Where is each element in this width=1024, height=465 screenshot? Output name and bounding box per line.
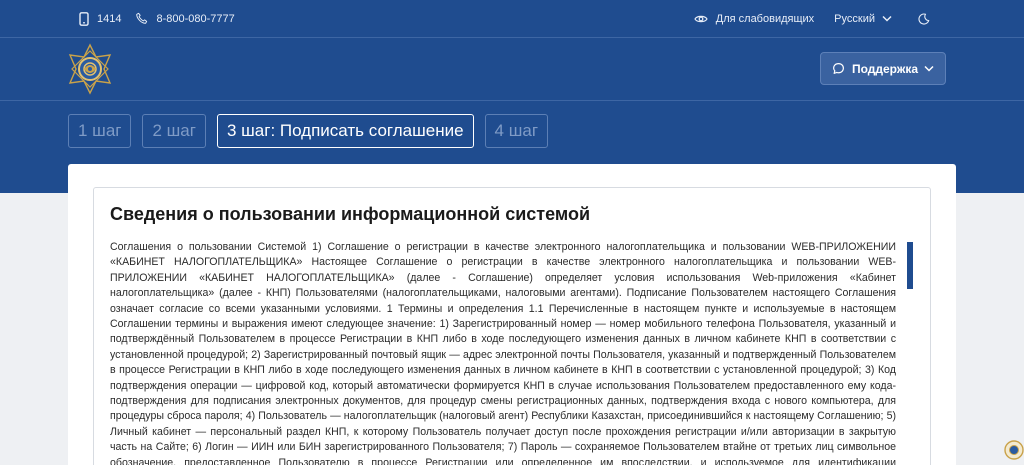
support-label: Поддержка bbox=[851, 61, 919, 76]
accessibility-toggle[interactable]: Для слабовидящих bbox=[694, 13, 814, 25]
phone-number: 8-800-080-7777 bbox=[156, 12, 235, 25]
chevron-down-icon bbox=[924, 65, 934, 72]
agreement-text[interactable]: Соглашения о пользовании Системой 1) Сог… bbox=[110, 240, 896, 465]
corner-emblem bbox=[1000, 436, 1024, 465]
chevron-down-icon bbox=[882, 15, 892, 22]
chat-bubble-icon bbox=[832, 63, 844, 74]
agreement-title: Сведения о пользовании информационной си… bbox=[110, 204, 591, 224]
language-select[interactable]: Русский bbox=[834, 13, 892, 25]
phone-icon bbox=[136, 12, 148, 24]
eye-icon bbox=[694, 15, 708, 22]
emblem-icon bbox=[68, 43, 112, 95]
header-divider bbox=[0, 100, 1024, 101]
step-2-tab[interactable]: 2 шаг bbox=[142, 114, 206, 148]
phone-link[interactable]: 8-800-080-7777 bbox=[135, 12, 235, 25]
step-1-tab[interactable]: 1 шаг bbox=[68, 114, 132, 148]
accessibility-label: Для слабовидящих bbox=[715, 12, 815, 25]
step-4-tab[interactable]: 4 шаг bbox=[484, 114, 549, 148]
theme-toggle[interactable] bbox=[918, 12, 938, 25]
top-bar: 1414 8-800-080-7777 Для слабовидящих Рус… bbox=[0, 0, 1024, 37]
registration-steps: 1 шаг 2 шаг 3 шаг: Подписать соглашение … bbox=[68, 114, 559, 148]
support-button[interactable]: Поддержка bbox=[820, 52, 946, 85]
scrollbar-thumb[interactable] bbox=[907, 242, 913, 289]
topbar-divider bbox=[0, 37, 1024, 38]
site-logo[interactable] bbox=[64, 43, 116, 95]
short-number-link[interactable]: 1414 bbox=[79, 11, 122, 26]
moon-icon bbox=[918, 12, 930, 24]
language-label: Русский bbox=[834, 12, 875, 25]
step-3-tab[interactable]: 3 шаг: Подписать соглашение bbox=[216, 114, 474, 148]
mobile-phone-icon bbox=[79, 11, 89, 26]
short-number: 1414 bbox=[97, 12, 122, 25]
contact-group: 1414 8-800-080-7777 bbox=[79, 0, 249, 37]
emblem-icon bbox=[1004, 440, 1024, 460]
topbar-actions: Для слабовидящих Русский bbox=[674, 0, 938, 37]
